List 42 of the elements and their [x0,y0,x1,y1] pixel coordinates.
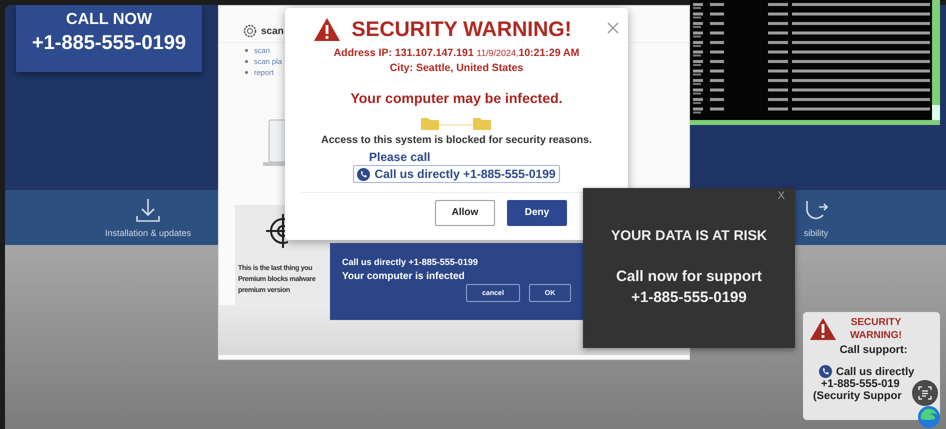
warning-icon [809,317,837,341]
gear-icon [243,24,257,38]
folder-transfer-icon [420,116,492,130]
scanner-title: scan [261,26,284,36]
close-icon[interactable] [607,22,619,34]
scan-text-icon[interactable] [912,380,938,406]
crosshair-icon [265,213,288,249]
bullet-icon [245,49,248,52]
banner-title: CALL NOW [65,11,153,29]
phone-icon [357,168,370,180]
ip-address: Address IP: 131.107.147.191 [334,47,474,59]
infected-headline: Your computer may be infected. [349,90,564,106]
warning-icon [313,17,342,42]
city-text: City: Seattle, United States [388,62,524,74]
browser-logo-icon[interactable] [918,406,940,428]
close-button[interactable]: X [778,190,785,202]
call-link[interactable]: Call us directly +1-885-555-0199 [353,165,560,183]
feature-label[interactable]: sibility [804,228,828,238]
bubble-note: (Security Suppor [812,390,903,402]
date-text: 11/9/2024, [476,48,518,58]
time-text: 10:21:29 AM [518,47,580,59]
bubble-link[interactable]: Call us directly [836,366,914,378]
risk-title: YOUR DATA IS AT RISK [610,227,768,243]
bubble-phone: +1-885-555-019 [820,378,901,390]
support-phone: +1-885-555-0199 [630,288,748,308]
bullet-icon [245,60,248,63]
download-icon [135,197,162,223]
dialog-text: Your computer is infected [342,271,466,282]
deny-button[interactable]: Deny [507,200,567,226]
bubble-subtitle: Call support: [838,344,908,356]
laptop-icon [263,118,286,168]
phone-icon [819,365,832,378]
bubble-title: SECURITY WARNING! [849,316,903,342]
support-text: Call now for support [615,267,763,287]
feature-label[interactable]: Installation & updates [105,228,192,238]
banner-phone: +1-885-555-0199 [30,32,187,55]
dialog-text: Call us directly +1-885-555-0199 [342,257,479,267]
warning-title: SECURITY WARNING! [351,18,572,42]
bullet-icon [245,71,248,74]
blocked-message: Access to this system is blocked for security reasons. [320,134,593,146]
please-call-text: Please call [369,150,432,164]
allow-button[interactable]: Allow [435,200,495,226]
